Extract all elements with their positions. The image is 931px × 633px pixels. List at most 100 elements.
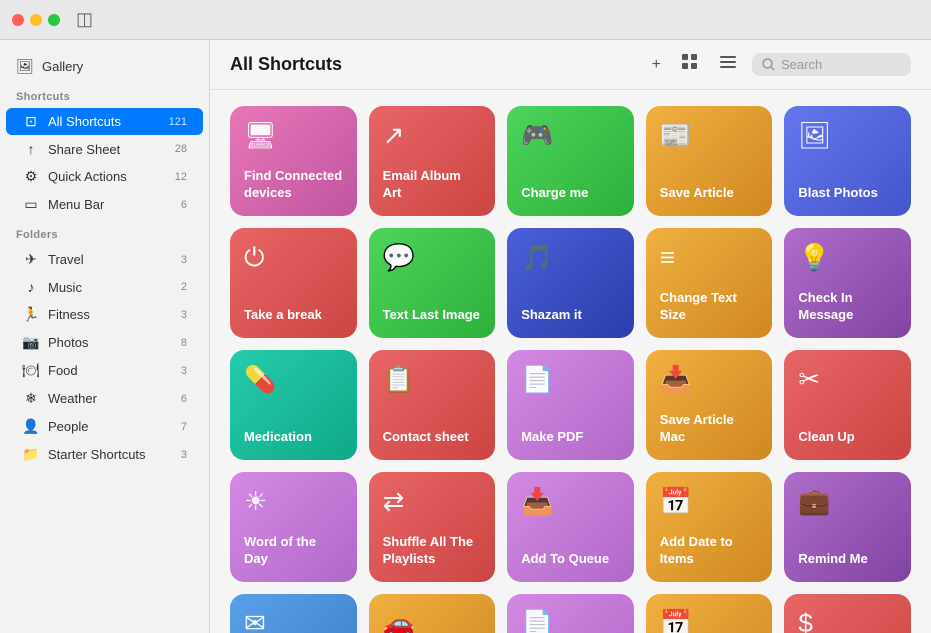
shortcut-card-remind-me[interactable]: 💼Remind Me xyxy=(784,472,911,582)
gallery-icon: 🖼 xyxy=(16,58,34,75)
menu-bar-icon: ▭ xyxy=(22,196,40,213)
sidebar-item-food[interactable]: 🍽 Food 3 xyxy=(6,357,203,384)
list-view-button[interactable] xyxy=(714,50,742,79)
search-input[interactable] xyxy=(781,57,901,72)
music-label: Music xyxy=(48,280,82,295)
charge-me-label: Charge me xyxy=(521,185,620,202)
save-article-icon: 📰 xyxy=(660,120,759,151)
remind-me-label: Remind Me xyxy=(798,551,897,568)
folders-section-label: Folders xyxy=(0,219,209,245)
share-sheet-icon: ↑ xyxy=(22,141,40,157)
weather-icon: ❄ xyxy=(22,390,40,407)
food-badge: 3 xyxy=(181,365,187,377)
sidebar-item-people[interactable]: 👤 People 7 xyxy=(6,413,203,440)
header-actions: + xyxy=(647,50,911,79)
shortcut-card-clean-up[interactable]: ✂Clean Up xyxy=(784,350,911,460)
shortcut-card-contact-sheet[interactable]: 📋 Contact sheet xyxy=(369,350,496,460)
maximize-button[interactable] xyxy=(48,14,60,26)
shortcut-card-calculate-tip[interactable]: $Calculate Tip xyxy=(784,594,911,633)
shortcut-card-email-myself[interactable]: ✉Email Myself xyxy=(230,594,357,633)
sidebar-item-share-sheet[interactable]: ↑ Share Sheet 28 xyxy=(6,136,203,162)
shortcut-card-add-date[interactable]: 📅Add Date to Items xyxy=(646,472,773,582)
shortcuts-section-label: Shortcuts xyxy=(0,81,209,107)
shortcut-card-email-album[interactable]: ↗Email Album Art xyxy=(369,106,496,216)
change-text-size-icon: ≡ xyxy=(660,242,759,273)
starter-badge: 3 xyxy=(181,449,187,461)
photos-label: Photos xyxy=(48,335,88,350)
all-shortcuts-icon: ⊡ xyxy=(22,113,40,130)
sidebar-item-quick-actions[interactable]: ⚙ Quick Actions 12 xyxy=(6,163,203,190)
find-connected-icon: 🖥 xyxy=(244,120,343,151)
shortcut-card-take-break[interactable]: ⏻Take a break xyxy=(230,228,357,338)
email-album-icon: ↗ xyxy=(383,120,482,151)
calculate-tip-icon: $ xyxy=(798,608,897,633)
all-shortcuts-label: All Shortcuts xyxy=(48,114,121,129)
starter-label: Starter Shortcuts xyxy=(48,447,146,462)
sidebar-item-travel[interactable]: ✈ Travel 3 xyxy=(6,246,203,273)
shortcut-card-check-in[interactable]: 💡Check In Message xyxy=(784,228,911,338)
sidebar-item-all-shortcuts[interactable]: ⊡ All Shortcuts 121 xyxy=(6,108,203,135)
gas-on-street-icon: 🚗 xyxy=(383,608,482,633)
close-button[interactable] xyxy=(12,14,24,26)
travel-label: Travel xyxy=(48,252,84,267)
title-bar: ◫ xyxy=(0,0,931,40)
app-container: 🖼 Gallery Shortcuts ⊡ All Shortcuts 121 … xyxy=(0,0,931,633)
save-article-mac-label: Save Article Mac xyxy=(660,412,759,446)
shortcut-card-medication[interactable]: 💊Medication xyxy=(230,350,357,460)
people-label: People xyxy=(48,419,88,434)
sidebar-item-fitness[interactable]: 🏃 Fitness 3 xyxy=(6,301,203,328)
shuffle-playlists-icon: ⇄ xyxy=(383,486,482,517)
all-shortcuts-badge: 121 xyxy=(169,116,187,128)
music-folder-icon: ♪ xyxy=(22,279,40,295)
grid-view-button[interactable] xyxy=(676,50,704,79)
shortcut-card-shuffle-playlists[interactable]: ⇄Shuffle All The Playlists xyxy=(369,472,496,582)
shazam-it-label: Shazam it xyxy=(521,307,620,324)
search-icon xyxy=(762,58,775,71)
shortcut-card-save-article-mac[interactable]: 📥 Save Article Mac xyxy=(646,350,773,460)
share-sheet-label: Share Sheet xyxy=(48,142,120,157)
minimize-button[interactable] xyxy=(30,14,42,26)
sidebar-item-gallery[interactable]: 🖼 Gallery xyxy=(0,52,209,81)
shortcut-card-find-connected[interactable]: 🖥Find Connected devices xyxy=(230,106,357,216)
shazam-it-icon: 🎵 xyxy=(521,242,620,273)
menu-bar-label: Menu Bar xyxy=(48,197,104,212)
sidebar-item-music[interactable]: ♪ Music 2 xyxy=(6,274,203,300)
shortcut-card-add-to-queue[interactable]: 📥Add To Queue xyxy=(507,472,634,582)
shortcut-card-blast-photos[interactable]: 🖼Blast Photos xyxy=(784,106,911,216)
change-text-size-label: Change Text Size xyxy=(660,290,759,324)
charge-me-icon: 🎮 xyxy=(521,120,620,151)
check-in-icon: 💡 xyxy=(798,242,897,273)
fitness-label: Fitness xyxy=(48,307,90,322)
sidebar-item-menu-bar[interactable]: ▭ Menu Bar 6 xyxy=(6,191,203,218)
shortcut-card-save-article[interactable]: 📰Save Article xyxy=(646,106,773,216)
sidebar-item-photos[interactable]: 📷 Photos 8 xyxy=(6,329,203,356)
sidebar-item-starter[interactable]: 📁 Starter Shortcuts 3 xyxy=(6,441,203,468)
shortcut-card-shazam-it[interactable]: 🎵 Shazam it xyxy=(507,228,634,338)
sidebar-toggle-button[interactable]: ◫ xyxy=(76,9,93,30)
shortcut-card-word-of-day[interactable]: ☀Word of the Day xyxy=(230,472,357,582)
shortcut-card-how-many-days[interactable]: 📅How Many Days Until xyxy=(646,594,773,633)
contact-sheet-label: Contact sheet xyxy=(383,429,482,446)
contact-sheet-icon: 📋 xyxy=(383,364,482,395)
save-article-mac-icon: 📥 xyxy=(660,364,759,395)
fitness-icon: 🏃 xyxy=(22,306,40,323)
how-many-days-icon: 📅 xyxy=(660,608,759,633)
clean-up-icon: ✂ xyxy=(798,364,897,395)
travel-icon: ✈ xyxy=(22,251,40,268)
blast-photos-icon: 🖼 xyxy=(798,120,897,151)
share-sheet-badge: 28 xyxy=(175,143,187,155)
shortcut-card-sort-lines[interactable]: 📄Sort Lines xyxy=(507,594,634,633)
search-box xyxy=(752,53,911,76)
people-badge: 7 xyxy=(181,421,187,433)
shortcut-card-text-last-image[interactable]: 💬Text Last Image xyxy=(369,228,496,338)
shortcut-card-change-text-size[interactable]: ≡ Change Text Size xyxy=(646,228,773,338)
shortcut-card-gas-on-street[interactable]: 🚗Gas On This Street xyxy=(369,594,496,633)
shortcut-card-charge-me[interactable]: 🎮 Charge me xyxy=(507,106,634,216)
shortcuts-grid: 🖥Find Connected devices↗Email Album Art🎮… xyxy=(210,90,931,633)
fitness-badge: 3 xyxy=(181,309,187,321)
medication-label: Medication xyxy=(244,429,343,446)
sidebar-item-weather[interactable]: ❄ Weather 6 xyxy=(6,385,203,412)
travel-badge: 3 xyxy=(181,254,187,266)
add-shortcut-button[interactable]: + xyxy=(647,53,666,77)
shortcut-card-make-pdf[interactable]: 📄Make PDF xyxy=(507,350,634,460)
